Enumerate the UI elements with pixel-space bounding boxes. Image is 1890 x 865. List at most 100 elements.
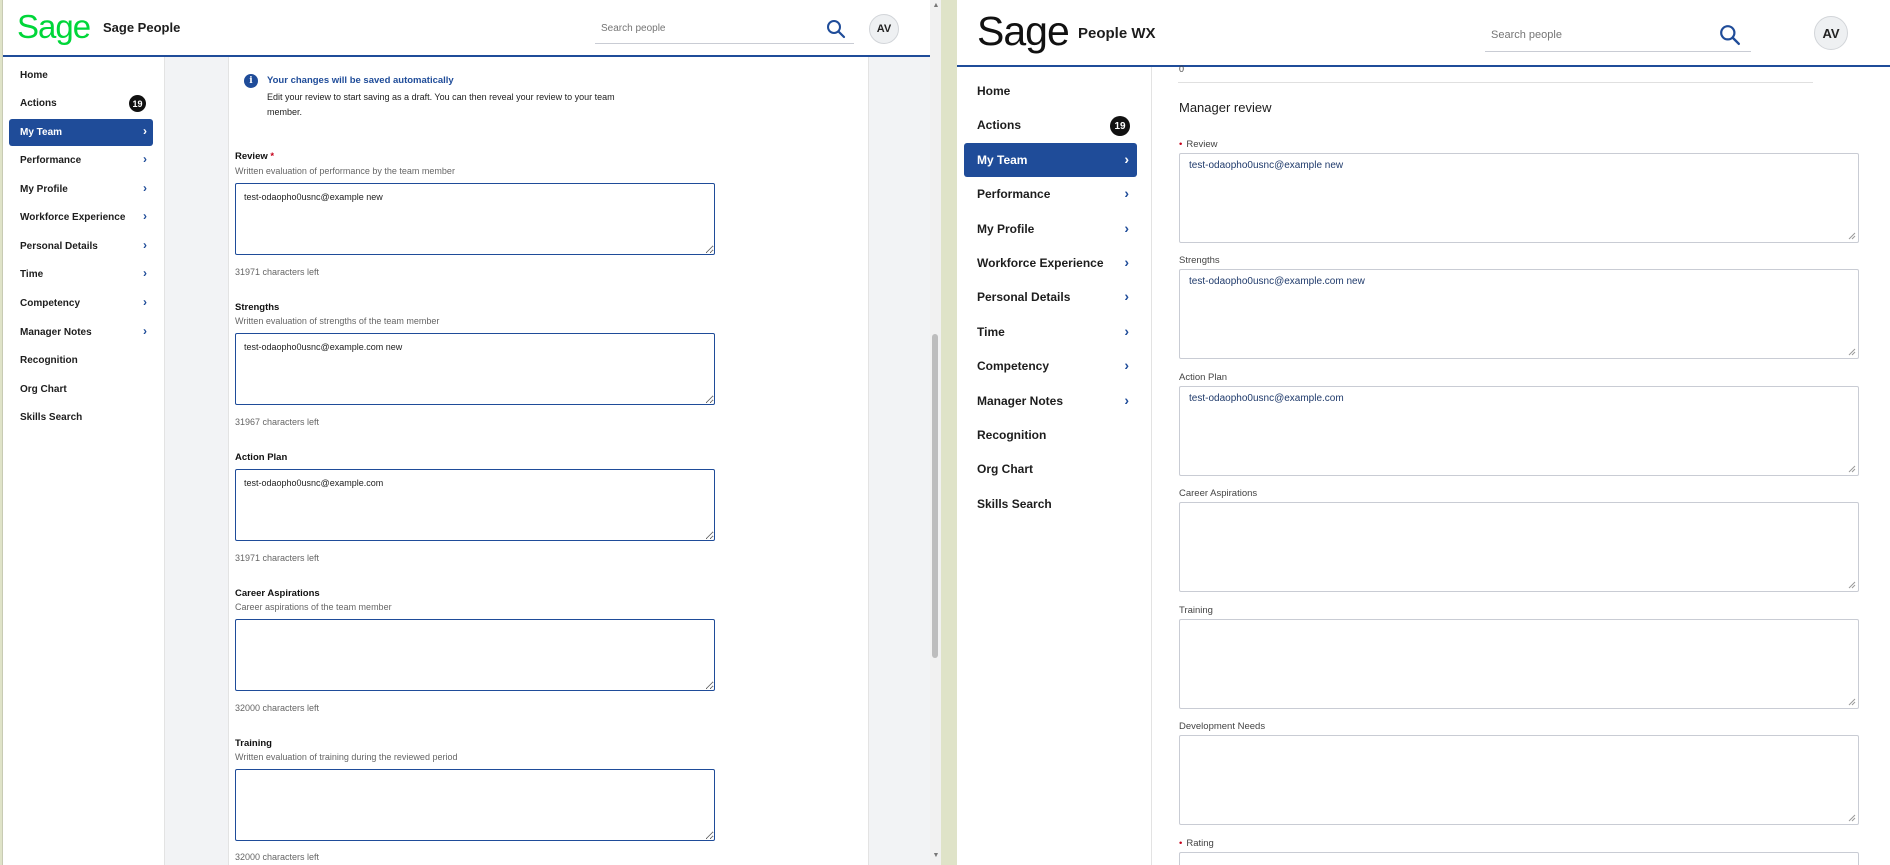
- sidebar-item-label: Skills Search: [977, 497, 1052, 511]
- training-textarea[interactable]: [1179, 619, 1859, 709]
- sage-logo[interactable]: Sage: [17, 8, 91, 46]
- sidebar-item-my-team[interactable]: My Team ›: [964, 143, 1137, 177]
- sidebar-item-recognition[interactable]: Recognition: [964, 418, 1137, 452]
- sidebar-item-personal-details[interactable]: Personal Details ›: [964, 280, 1137, 314]
- action-plan-label: Action Plan: [1179, 372, 1228, 383]
- sidebar-item-home[interactable]: Home: [9, 62, 153, 89]
- chevron-right-icon: ›: [143, 324, 147, 338]
- sidebar-item-personal-details[interactable]: Personal Details ›: [9, 233, 153, 260]
- resize-handle-icon[interactable]: [1848, 581, 1856, 589]
- search-input[interactable]: [595, 14, 854, 43]
- avatar[interactable]: AV: [1814, 16, 1848, 50]
- scroll-down-arrow-icon[interactable]: ▼: [930, 852, 941, 859]
- chevron-right-icon: ›: [1124, 357, 1129, 373]
- action-plan-textarea[interactable]: test-odaopho0usnc@example.com: [235, 469, 715, 541]
- sidebar-item-skills-search[interactable]: Skills Search: [964, 487, 1137, 521]
- sidebar-item-label: Workforce Experience: [977, 256, 1104, 270]
- sidebar-item-my-team[interactable]: My Team ›: [9, 119, 153, 146]
- action-plan-textarea[interactable]: test-odaopho0usnc@example.com: [1179, 386, 1859, 476]
- review-description: Written evaluation of performance by the…: [235, 166, 455, 176]
- avatar[interactable]: AV: [869, 14, 899, 44]
- sidebar-item-manager-notes[interactable]: Manager Notes ›: [9, 319, 153, 346]
- career-aspirations-label: Career Aspirations: [1179, 488, 1258, 499]
- search-icon[interactable]: [826, 19, 846, 39]
- strengths-textarea[interactable]: test-odaopho0usnc@example.com new: [235, 333, 715, 405]
- sidebar-item-competency[interactable]: Competency ›: [9, 290, 153, 317]
- development-needs-textarea[interactable]: [1179, 735, 1859, 825]
- sidebar-item-label: Recognition: [977, 428, 1047, 442]
- sidebar-item-label: Personal Details: [977, 290, 1071, 304]
- strengths-textarea[interactable]: test-odaopho0usnc@example.com new: [1179, 269, 1859, 359]
- development-needs-label: Development Needs: [1179, 721, 1266, 732]
- resize-handle-icon[interactable]: [1848, 698, 1856, 706]
- search-bar: [1485, 18, 1751, 52]
- strengths-char-count: 31967 characters left: [235, 417, 320, 427]
- divider-line: [1178, 82, 1813, 83]
- sidebar-item-label: Performance: [977, 187, 1051, 201]
- app-title: People WX: [1078, 25, 1156, 42]
- review-textarea[interactable]: test-odaopho0usnc@example new: [1179, 153, 1859, 243]
- resize-handle-icon[interactable]: [1848, 232, 1856, 240]
- career-aspirations-textarea[interactable]: [235, 619, 715, 691]
- chevron-right-icon: ›: [1124, 220, 1129, 236]
- career-aspirations-label: Career Aspirations: [235, 588, 320, 599]
- sidebar-item-competency[interactable]: Competency ›: [964, 349, 1137, 383]
- chevron-right-icon: ›: [143, 266, 147, 280]
- sidebar-item-actions[interactable]: Actions 19: [9, 90, 153, 117]
- training-char-count: 32000 characters left: [235, 852, 320, 862]
- sidebar-item-performance[interactable]: Performance ›: [964, 177, 1137, 211]
- training-description: Written evaluation of training during th…: [235, 752, 458, 762]
- sidebar-item-label: Personal Details: [20, 241, 98, 252]
- rating-input[interactable]: [1179, 852, 1859, 865]
- sidebar-item-workforce-experience[interactable]: Workforce Experience ›: [9, 204, 153, 231]
- sidebar-item-org-chart[interactable]: Org Chart: [9, 376, 153, 403]
- left-window: Sage Sage People AV Home Actions 19 My Te…: [2, 0, 941, 865]
- chevron-right-icon: ›: [143, 181, 147, 195]
- sidebar-item-recognition[interactable]: Recognition: [9, 347, 153, 374]
- sidebar-item-performance[interactable]: Performance ›: [9, 147, 153, 174]
- sidebar-item-label: Skills Search: [20, 412, 83, 423]
- sidebar-item-label: Manager Notes: [20, 327, 92, 338]
- resize-handle-icon[interactable]: [1848, 348, 1856, 356]
- sidebar-item-time[interactable]: Time ›: [9, 261, 153, 288]
- career-aspirations-description: Career aspirations of the team member: [235, 602, 392, 612]
- sidebar-item-actions[interactable]: Actions 19: [964, 108, 1137, 142]
- scrollbar-thumb[interactable]: [932, 334, 938, 658]
- training-textarea[interactable]: [235, 769, 715, 841]
- career-aspirations-textarea[interactable]: [1179, 502, 1859, 592]
- search-icon[interactable]: [1719, 24, 1741, 46]
- sage-logo[interactable]: Sage: [977, 8, 1070, 55]
- sidebar-item-label: Actions: [20, 98, 57, 109]
- sidebar-item-label: Manager Notes: [977, 394, 1064, 408]
- review-label: Review *: [235, 151, 275, 162]
- search-bar: [595, 14, 854, 44]
- review-textarea[interactable]: test-odaopho0usnc@example new: [235, 183, 715, 255]
- actions-count-badge: 19: [129, 95, 146, 112]
- info-icon: i: [244, 74, 258, 88]
- resize-handle-icon[interactable]: [1848, 814, 1856, 822]
- review-char-count: 31971 characters left: [235, 267, 320, 277]
- sidebar-item-skills-search[interactable]: Skills Search: [9, 404, 153, 431]
- sidebar-item-my-profile[interactable]: My Profile ›: [9, 176, 153, 203]
- scroll-up-arrow-icon[interactable]: ▲: [930, 2, 941, 9]
- sidebar-item-manager-notes[interactable]: Manager Notes ›: [964, 384, 1137, 418]
- sidebar-item-label: Actions: [977, 118, 1022, 132]
- sidebar-item-label: Competency: [977, 359, 1050, 373]
- sidebar-item-label: Competency: [20, 298, 81, 309]
- right-window: Sage People WX AV Home Actions 19 My Team…: [957, 0, 1890, 865]
- search-input[interactable]: [1485, 18, 1751, 51]
- review-form-card: [228, 57, 869, 865]
- sidebar-item-home[interactable]: Home: [964, 74, 1137, 108]
- header: Sage People WX AV: [957, 0, 1890, 67]
- sidebar-item-workforce-experience[interactable]: Workforce Experience ›: [964, 246, 1137, 280]
- sidebar-item-org-chart[interactable]: Org Chart: [964, 452, 1137, 486]
- sidebar-item-label: My Team: [977, 153, 1028, 167]
- sidebar-item-my-profile[interactable]: My Profile ›: [964, 212, 1137, 246]
- sidebar-item-label: Performance: [20, 155, 82, 166]
- sidebar-item-label: Recognition: [20, 355, 78, 366]
- sidebar-item-time[interactable]: Time ›: [964, 315, 1137, 349]
- sidebar: Home Actions 19 My Team › Performance › My …: [3, 57, 165, 865]
- chevron-right-icon: ›: [1124, 254, 1129, 270]
- sidebar-item-label: Home: [20, 70, 48, 81]
- resize-handle-icon[interactable]: [1848, 465, 1856, 473]
